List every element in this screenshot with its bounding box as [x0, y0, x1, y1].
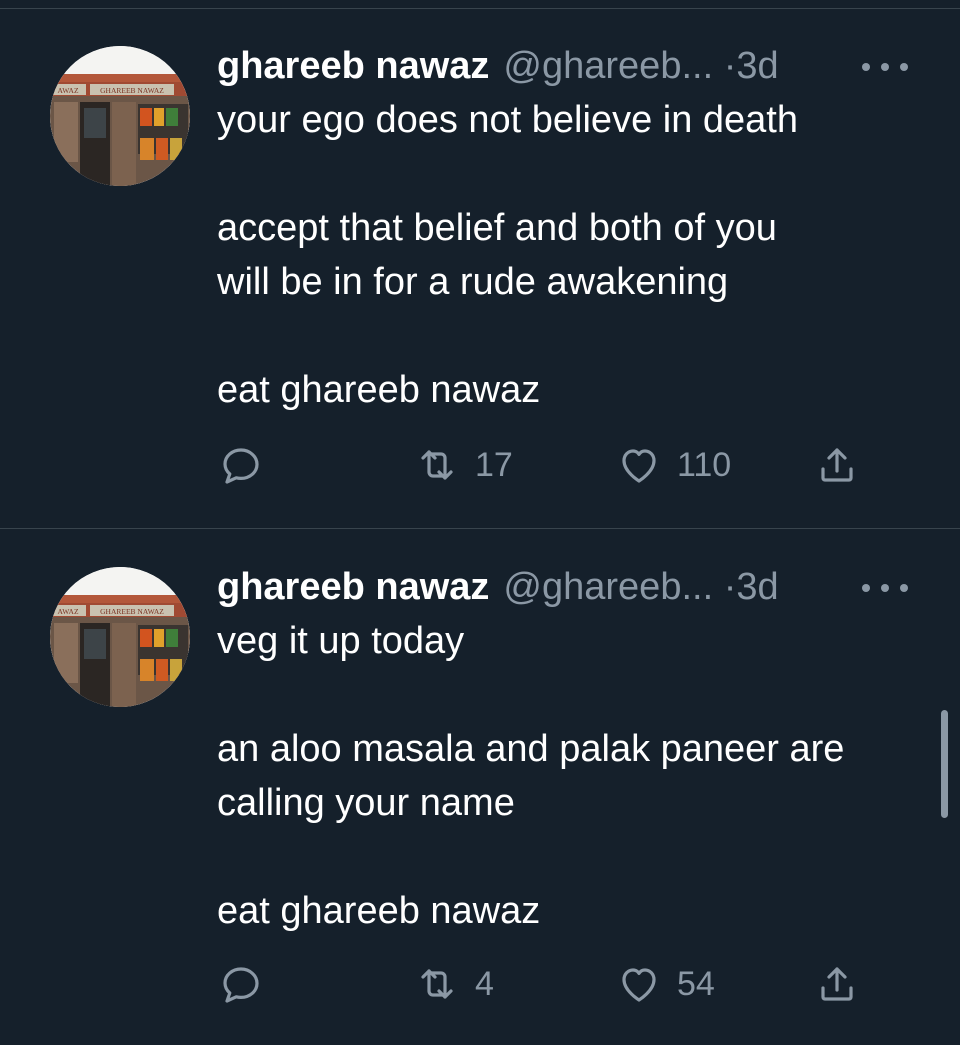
sign-text-left: AWAZ — [57, 607, 78, 616]
more-options-button[interactable] — [862, 580, 908, 596]
reply-button[interactable] — [217, 439, 265, 491]
sign-text-left: AWAZ — [57, 86, 78, 95]
display-name[interactable]: ghareeb nawaz — [217, 566, 489, 608]
more-dot — [900, 584, 908, 592]
reply-button[interactable] — [217, 958, 265, 1010]
tweet-line: calling your name — [217, 782, 515, 824]
like-button[interactable]: 110 — [615, 439, 731, 491]
separator: · — [723, 566, 737, 608]
tweet-text: veg it up today an aloo masala and palak… — [217, 614, 917, 938]
retweet-count: 4 — [475, 964, 494, 1003]
more-dot — [881, 63, 889, 71]
more-horizontal-icon — [862, 63, 870, 71]
tweet-line: an aloo masala and palak paneer are — [217, 728, 845, 770]
timestamp[interactable]: 3d — [736, 45, 778, 87]
tweet-text: your ego does not believe in death accep… — [217, 93, 917, 417]
tweet-line: veg it up today — [217, 620, 465, 662]
tweet-line: accept that belief and both of you — [217, 207, 777, 249]
share-icon — [821, 967, 853, 1001]
tweet-header: ghareeb nawaz @ghareeb... ·3d — [217, 562, 837, 612]
like-button[interactable]: 54 — [615, 958, 715, 1010]
retweet-button[interactable]: 17 — [413, 439, 513, 491]
tweet-header: ghareeb nawaz @ghareeb... ·3d — [217, 41, 837, 91]
tweet-line: your ego does not believe in death — [217, 99, 798, 141]
display-name[interactable]: ghareeb nawaz — [217, 45, 489, 87]
tweet-line: will be in for a rude awakening — [217, 261, 729, 303]
like-count: 110 — [677, 445, 732, 484]
share-button[interactable] — [813, 958, 861, 1010]
more-horizontal-icon — [862, 584, 870, 592]
like-count: 54 — [677, 964, 715, 1003]
storefront-image: GHAREEB NAWAZ AWAZ — [50, 567, 190, 707]
separator: · — [723, 45, 737, 87]
tweet-card[interactable]: GHAREEB NAWAZ AWAZ ghareeb nawaz @ghareeb… — [0, 530, 960, 1045]
more-dot — [900, 63, 908, 71]
avatar[interactable]: GHAREEB NAWAZ AWAZ — [50, 46, 190, 186]
reply-icon — [223, 967, 259, 1003]
sign-text: GHAREEB NAWAZ — [100, 607, 164, 616]
sign-text: GHAREEB NAWAZ — [100, 86, 164, 95]
tweet-actions: 4 54 — [217, 958, 917, 1010]
more-dot — [881, 584, 889, 592]
tweet-line: eat ghareeb nawaz — [217, 369, 541, 411]
retweet-count: 17 — [475, 445, 513, 484]
share-icon — [821, 448, 853, 482]
tweet-line: eat ghareeb nawaz — [217, 890, 541, 932]
retweet-icon — [421, 969, 453, 999]
share-button[interactable] — [813, 439, 861, 491]
reply-icon — [223, 448, 259, 484]
avatar[interactable]: GHAREEB NAWAZ AWAZ — [50, 567, 190, 707]
heart-icon — [622, 449, 656, 483]
tweet-actions: 17 110 — [217, 439, 917, 491]
timestamp[interactable]: 3d — [736, 566, 778, 608]
heart-icon — [622, 968, 656, 1002]
retweet-icon — [421, 450, 453, 480]
tweet-card[interactable]: GHAREEB NAWAZ AWAZ ghareeb nawaz @ghareeb… — [0, 9, 960, 529]
user-handle[interactable]: @ghareeb... — [503, 566, 713, 608]
user-handle[interactable]: @ghareeb... — [503, 45, 713, 87]
storefront-image: GHAREEB NAWAZ AWAZ — [50, 46, 190, 186]
more-options-button[interactable] — [862, 59, 908, 75]
scrollbar-thumb[interactable] — [941, 710, 948, 818]
retweet-button[interactable]: 4 — [413, 958, 494, 1010]
